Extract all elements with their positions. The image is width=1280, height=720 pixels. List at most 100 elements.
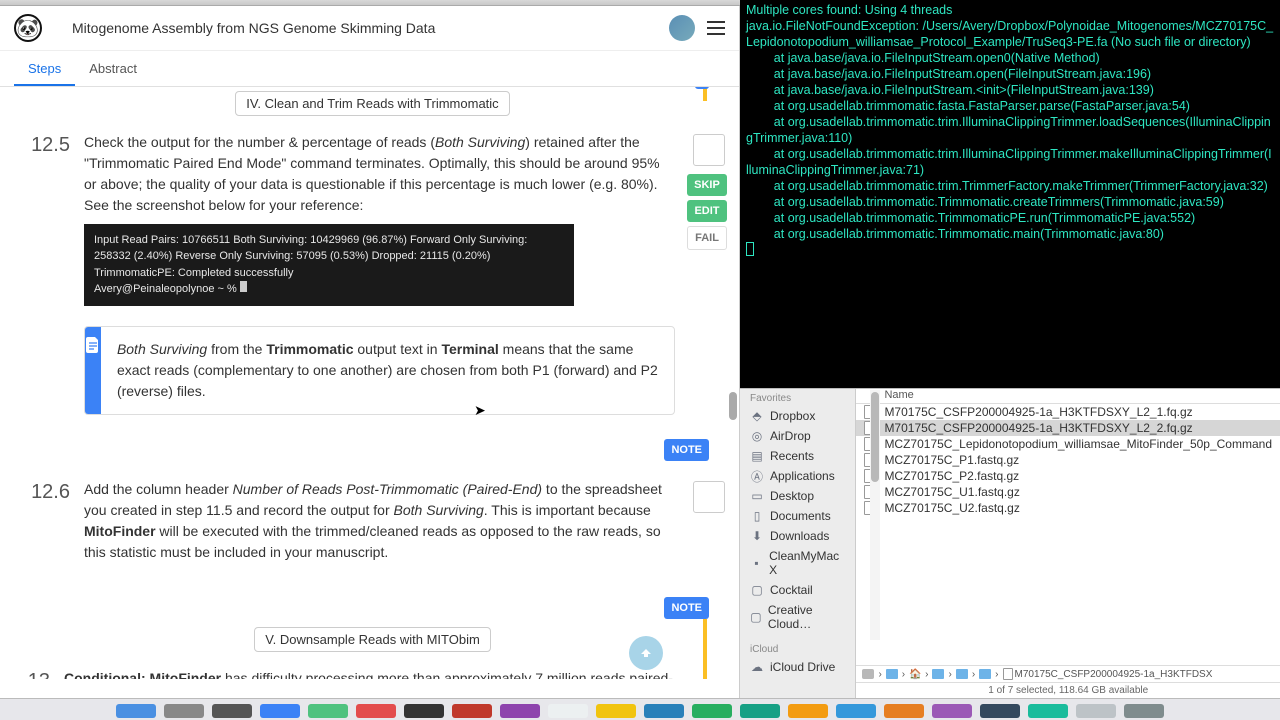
text: Check the output for the number & percen…	[84, 134, 435, 150]
step-number: 12.5	[20, 132, 70, 306]
file-row[interactable]: MCZ70175C_Lepidonotopodium_williamsae_Mi…	[856, 436, 1280, 452]
dock-app[interactable]	[164, 704, 204, 718]
safari-protocol-window: Mitogenome Assembly from NGS Genome Skim…	[0, 6, 740, 698]
sidebar-item-dropbox[interactable]: ⬘Dropbox	[740, 406, 855, 426]
sidebar-item-cocktail[interactable]: ▢Cocktail	[740, 580, 855, 600]
tab-abstract[interactable]: Abstract	[75, 51, 151, 86]
fail-button[interactable]: FAIL	[687, 226, 727, 250]
step-checkbox[interactable]	[693, 134, 725, 166]
folder-icon	[956, 669, 968, 679]
note-button-partial[interactable]	[695, 87, 709, 89]
sidebar-item-airdrop[interactable]: ◎AirDrop	[740, 426, 855, 446]
avatar[interactable]	[669, 15, 695, 41]
recents-icon: ▤	[750, 449, 764, 463]
step-body: Conditional: MitoFinder has difficulty p…	[64, 668, 675, 679]
edit-button[interactable]: EDIT	[687, 200, 727, 222]
step-checkbox[interactable]	[693, 481, 725, 513]
protocol-body[interactable]: IV. Clean and Trim Reads with Trimmomati…	[0, 87, 739, 679]
file-row[interactable]: MCZ70175C_U1.fastq.gz	[856, 484, 1280, 500]
skip-button[interactable]: SKIP	[687, 174, 727, 196]
dock-app[interactable]	[212, 704, 252, 718]
sidebar-item-icloud-drive[interactable]: ☁iCloud Drive	[740, 657, 855, 677]
finder-pathbar[interactable]: › › 🏠 › › › › M70175C_CSFP200004925-1a_H…	[856, 665, 1280, 682]
path-filename: M70175C_CSFP200004925-1a_H3KTFDSX	[1015, 669, 1213, 680]
step-12-6: 12.6 Add the column header Number of Rea…	[20, 479, 725, 563]
finder-main: Name M70175C_CSFP200004925-1a_H3KTFDSXY_…	[856, 389, 1280, 698]
protocols-io-logo[interactable]	[14, 14, 42, 42]
dock-app-terminal[interactable]	[404, 704, 444, 718]
file-row[interactable]: MCZ70175C_U2.fastq.gz	[856, 500, 1280, 516]
step-13: 13 Conditional: MitoFinder has difficult…	[20, 668, 725, 679]
sidebar-item-documents[interactable]: ▯Documents	[740, 506, 855, 526]
sidebar-item-applications[interactable]: ⒶApplications	[740, 466, 855, 486]
dock-app[interactable]	[308, 704, 348, 718]
applications-icon: Ⓐ	[750, 469, 764, 483]
sidebar-item-downloads[interactable]: ⬇Downloads	[740, 526, 855, 546]
folder-icon: ▪	[750, 556, 763, 570]
terminal-output-screenshot: Input Read Pairs: 10766511 Both Survivin…	[84, 224, 574, 306]
note-button[interactable]: NOTE	[664, 439, 709, 461]
section-pill-v: V. Downsample Reads with MITObim	[254, 627, 491, 652]
dock-app[interactable]	[1028, 704, 1068, 718]
finder-sidebar-scrollbar[interactable]	[870, 390, 880, 640]
scroll-to-top-button[interactable]	[629, 636, 663, 670]
finder-status-bar: 1 of 7 selected, 118.64 GB available	[856, 682, 1280, 698]
sidebar-section-favorites: Favorites	[740, 389, 855, 406]
protocol-tabs: Steps Abstract	[0, 51, 739, 87]
dock-app[interactable]	[1076, 704, 1116, 718]
finder-window: Favorites ⬘Dropbox ◎AirDrop ▤Recents ⒶAp…	[740, 388, 1280, 698]
step-body: Add the column header Number of Reads Po…	[84, 479, 675, 563]
dock-app-finder[interactable]	[116, 704, 156, 718]
document-icon	[85, 327, 101, 414]
dock-app[interactable]	[548, 704, 588, 718]
note-button[interactable]: NOTE	[664, 597, 709, 619]
terminal-window[interactable]: Multiple cores found: Using 4 threads ja…	[740, 0, 1280, 388]
dock-app[interactable]	[356, 704, 396, 718]
sidebar-item-creative-cloud[interactable]: ▢Creative Cloud…	[740, 600, 855, 634]
step-action-buttons: SKIP EDIT FAIL	[687, 174, 727, 250]
terminal-output: Multiple cores found: Using 4 threads ja…	[746, 3, 1273, 241]
dock-app[interactable]	[788, 704, 828, 718]
sidebar-item-desktop[interactable]: ▭Desktop	[740, 486, 855, 506]
scrollbar-thumb[interactable]	[871, 392, 879, 482]
dropbox-icon: ⬘	[750, 409, 764, 423]
step-body: Check the output for the number & percen…	[84, 132, 675, 306]
macos-dock[interactable]	[0, 698, 1280, 720]
dock-app[interactable]	[500, 704, 540, 718]
text-em: Both Surviving	[435, 134, 525, 150]
sidebar-item-cleanmymac[interactable]: ▪CleanMyMac X	[740, 546, 855, 580]
sidebar-item-recents[interactable]: ▤Recents	[740, 446, 855, 466]
folder-icon: ▢	[750, 610, 762, 624]
terminal-cursor	[746, 242, 754, 256]
dock-app[interactable]	[644, 704, 684, 718]
dock-app-trash[interactable]	[1124, 704, 1164, 718]
dock-app[interactable]	[980, 704, 1020, 718]
file-row[interactable]: M70175C_CSFP200004925-1a_H3KTFDSXY_L2_1.…	[856, 404, 1280, 420]
desktop-icon: ▭	[750, 489, 764, 503]
file-row[interactable]: MCZ70175C_P2.fastq.gz	[856, 468, 1280, 484]
column-name[interactable]: Name	[884, 389, 913, 401]
finder-column-header[interactable]: Name	[856, 389, 1280, 404]
dock-app[interactable]	[740, 704, 780, 718]
protocol-header: Mitogenome Assembly from NGS Genome Skim…	[0, 6, 739, 51]
file-row[interactable]: M70175C_CSFP200004925-1a_H3KTFDSXY_L2_2.…	[856, 420, 1280, 436]
dock-app[interactable]	[692, 704, 732, 718]
finder-sidebar: Favorites ⬘Dropbox ◎AirDrop ▤Recents ⒶAp…	[740, 389, 856, 698]
step-number: 13	[20, 668, 50, 679]
sidebar-section-icloud: iCloud	[740, 640, 855, 657]
menu-icon[interactable]	[707, 21, 725, 35]
dock-app[interactable]	[884, 704, 924, 718]
tab-steps[interactable]: Steps	[14, 51, 75, 86]
folder-icon	[979, 669, 991, 679]
documents-icon: ▯	[750, 509, 764, 523]
dock-app[interactable]	[596, 704, 636, 718]
finder-file-list[interactable]: Name M70175C_CSFP200004925-1a_H3KTFDSXY_…	[856, 389, 1280, 665]
dock-app[interactable]	[452, 704, 492, 718]
step-12-5: 12.5 Check the output for the number & p…	[20, 132, 725, 306]
file-row[interactable]: MCZ70175C_P1.fastq.gz	[856, 452, 1280, 468]
dock-app[interactable]	[932, 704, 972, 718]
dock-app[interactable]	[836, 704, 876, 718]
home-icon: 🏠	[909, 669, 921, 679]
scrollbar-thumb[interactable]	[729, 392, 737, 420]
dock-app-safari[interactable]	[260, 704, 300, 718]
